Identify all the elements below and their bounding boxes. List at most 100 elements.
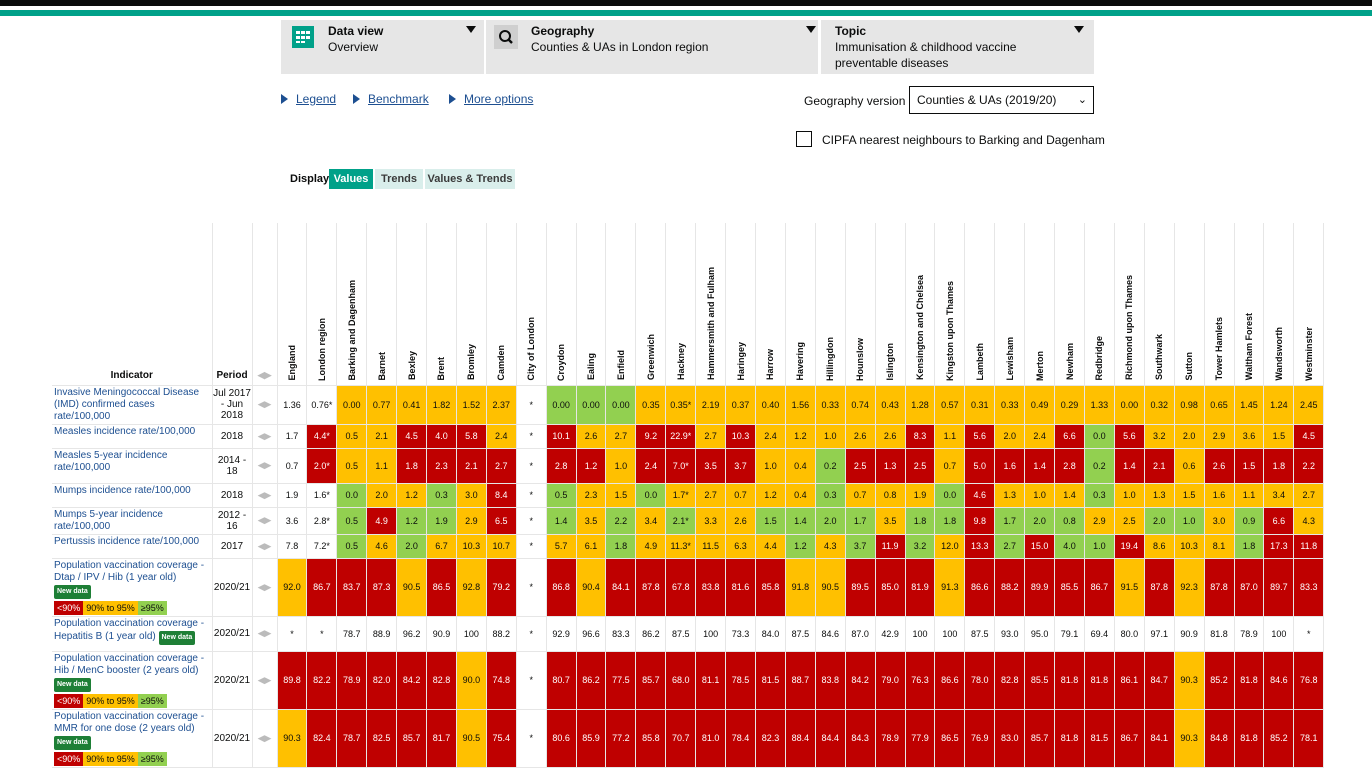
value-cell[interactable]: 1.5	[755, 507, 786, 535]
value-cell[interactable]: 87.5	[964, 616, 996, 652]
indicator-name[interactable]: Pertussis incidence rate/100,000	[54, 536, 210, 548]
value-cell[interactable]: 89.7	[1263, 558, 1295, 617]
value-cell[interactable]: 78.9	[1234, 616, 1265, 652]
value-cell[interactable]: 2.0*	[306, 448, 338, 484]
value-cell[interactable]: 3.6	[277, 507, 308, 535]
area-header[interactable]: Havering	[785, 223, 816, 386]
value-cell[interactable]: 90.5	[456, 709, 487, 768]
indicator-cell[interactable]: Population vaccination coverage - Hib / …	[52, 651, 213, 710]
value-cell[interactable]: 81.6	[725, 558, 756, 617]
value-cell[interactable]: 79.2	[486, 558, 517, 617]
value-cell[interactable]: 7.0*	[665, 448, 697, 484]
area-header[interactable]: Enfield	[605, 223, 637, 386]
value-cell[interactable]: 0.74	[845, 385, 876, 425]
area-header[interactable]: Harrow	[755, 223, 786, 386]
indicator-name[interactable]: Population vaccination coverage - Hepati…	[54, 618, 210, 645]
value-cell[interactable]: 78.5	[725, 651, 756, 710]
value-cell[interactable]: 4.9	[635, 534, 667, 559]
value-cell[interactable]: 0.4	[785, 448, 816, 484]
area-header[interactable]: England	[277, 223, 308, 386]
value-cell[interactable]: 77.5	[605, 651, 637, 710]
value-cell[interactable]: 0.5	[336, 534, 368, 559]
value-cell[interactable]: 85.8	[635, 709, 667, 768]
area-header[interactable]: Redbridge	[1084, 223, 1115, 386]
area-header[interactable]: Merton	[1024, 223, 1056, 386]
value-cell[interactable]: *	[516, 651, 547, 710]
value-cell[interactable]: 6.6	[1263, 507, 1295, 535]
value-cell[interactable]: 0.8	[1054, 507, 1085, 535]
value-cell[interactable]: 4.4*	[306, 424, 338, 449]
value-cell[interactable]: 76.8	[1293, 651, 1325, 710]
value-cell[interactable]: 78.1	[1293, 709, 1325, 768]
value-cell[interactable]: 89.8	[277, 651, 308, 710]
value-cell[interactable]: *	[277, 616, 308, 652]
value-cell[interactable]: 77.2	[605, 709, 637, 768]
area-header[interactable]: Westminster	[1293, 223, 1325, 386]
value-cell[interactable]: 85.5	[1054, 558, 1085, 617]
value-cell[interactable]: 1.9	[426, 507, 457, 535]
value-cell[interactable]: 83.0	[994, 709, 1026, 768]
value-cell[interactable]: 76.9	[964, 709, 996, 768]
area-header[interactable]: Kensington and Chelsea	[905, 223, 936, 386]
value-cell[interactable]: 96.6	[576, 616, 607, 652]
value-cell[interactable]: 83.8	[695, 558, 727, 617]
value-cell[interactable]: 83.8	[815, 651, 846, 710]
value-cell[interactable]: 4.5	[396, 424, 428, 449]
value-cell[interactable]: 96.2	[396, 616, 428, 652]
value-cell[interactable]: 2.5	[905, 448, 936, 484]
value-cell[interactable]: 84.2	[845, 651, 876, 710]
value-cell[interactable]: 0.35	[635, 385, 667, 425]
value-cell[interactable]: 78.0	[964, 651, 996, 710]
period-arrows[interactable]: ◀▶	[252, 448, 278, 484]
value-cell[interactable]: 82.8	[994, 651, 1026, 710]
value-cell[interactable]: 11.8	[1293, 534, 1325, 559]
value-cell[interactable]: 0.33	[815, 385, 846, 425]
value-cell[interactable]: 85.7	[396, 709, 428, 768]
value-cell[interactable]: 86.2	[635, 616, 667, 652]
value-cell[interactable]: 0.57	[934, 385, 966, 425]
value-cell[interactable]: 3.0	[456, 483, 487, 508]
value-cell[interactable]: 0.00	[546, 385, 577, 425]
benchmark-link[interactable]: Benchmark	[353, 92, 429, 106]
value-cell[interactable]: 79.0	[875, 651, 906, 710]
value-cell[interactable]: 90.5	[396, 558, 428, 617]
value-cell[interactable]: 82.2	[306, 651, 338, 710]
value-cell[interactable]: 2.0	[1144, 507, 1175, 535]
value-cell[interactable]: 4.6	[964, 483, 996, 508]
value-cell[interactable]: 1.82	[426, 385, 457, 425]
value-cell[interactable]: 0.5	[336, 507, 368, 535]
value-cell[interactable]: 2.2	[605, 507, 637, 535]
value-cell[interactable]: 77.9	[905, 709, 936, 768]
value-cell[interactable]: 2.5	[845, 448, 876, 484]
value-cell[interactable]: 2.0	[994, 424, 1026, 449]
value-cell[interactable]: 80.6	[546, 709, 577, 768]
value-cell[interactable]: 0.65	[1204, 385, 1235, 425]
value-cell[interactable]: 0.7	[934, 448, 966, 484]
value-cell[interactable]: 78.9	[875, 709, 906, 768]
value-cell[interactable]: 2.5	[1114, 507, 1145, 535]
value-cell[interactable]: 81.7	[426, 709, 457, 768]
value-cell[interactable]: 1.3	[1144, 483, 1175, 508]
value-cell[interactable]: 2.7	[605, 424, 637, 449]
value-cell[interactable]: 2.0	[396, 534, 428, 559]
value-cell[interactable]: 1.2	[396, 507, 428, 535]
value-cell[interactable]: 8.3	[905, 424, 936, 449]
value-cell[interactable]: 3.4	[1263, 483, 1295, 508]
value-cell[interactable]: 1.9	[905, 483, 936, 508]
value-cell[interactable]: 2.3	[426, 448, 457, 484]
value-cell[interactable]: 2.6	[576, 424, 607, 449]
value-cell[interactable]: 1.6	[994, 448, 1026, 484]
value-cell[interactable]: 74.8	[486, 651, 517, 710]
value-cell[interactable]: 85.2	[1263, 709, 1295, 768]
value-cell[interactable]: 86.2	[576, 651, 607, 710]
value-cell[interactable]: 90.0	[456, 651, 487, 710]
geography-version-select[interactable]: Counties & UAs (2019/20) ⌄	[909, 86, 1094, 114]
value-cell[interactable]: 2.7	[994, 534, 1026, 559]
value-cell[interactable]: 87.8	[1204, 558, 1235, 617]
value-cell[interactable]: 85.5	[1024, 651, 1056, 710]
value-cell[interactable]: 4.6	[366, 534, 398, 559]
value-cell[interactable]: *	[516, 448, 547, 484]
value-cell[interactable]: 9.8	[964, 507, 996, 535]
value-cell[interactable]: 5.6	[1114, 424, 1145, 449]
value-cell[interactable]: 1.28	[905, 385, 936, 425]
